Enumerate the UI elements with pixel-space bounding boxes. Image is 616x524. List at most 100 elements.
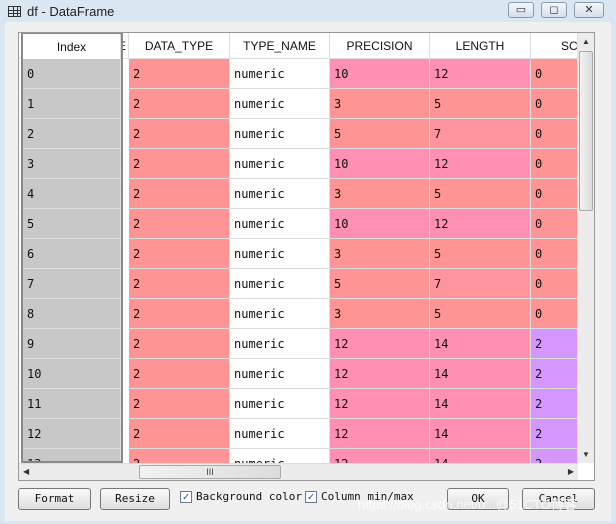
table-cell[interactable]: 14 [430, 419, 531, 449]
index-cell[interactable]: 7 [23, 269, 121, 299]
table-cell[interactable]: 5 [430, 299, 531, 329]
table-cell[interactable]: 2 [129, 329, 230, 359]
table-cell[interactable]: numeric [230, 329, 330, 359]
checkmark-icon[interactable]: ✓ [305, 490, 317, 503]
table-cell[interactable]: numeric [230, 59, 330, 89]
index-header[interactable]: Index [23, 34, 121, 60]
scroll-up-icon[interactable]: ▲ [582, 37, 590, 46]
close-button[interactable]: ✕ [574, 2, 604, 18]
table-cell[interactable]: 3 [330, 299, 430, 329]
index-cell[interactable]: 5 [23, 209, 121, 239]
table-cell[interactable]: 2 [129, 299, 230, 329]
table-cell[interactable]: numeric [230, 209, 330, 239]
table-cell[interactable]: 5 [430, 239, 531, 269]
index-cell[interactable]: 8 [23, 299, 121, 329]
table-cell[interactable]: numeric [230, 419, 330, 449]
table-cell[interactable]: 12 [330, 419, 430, 449]
horizontal-scroll-thumb[interactable]: III [139, 465, 281, 479]
dataframe-table[interactable]: EDATA_TYPETYPE_NAMEPRECISIONLENGTHSC2num… [18, 32, 595, 481]
table-cell[interactable]: numeric [230, 179, 330, 209]
vertical-scrollbar[interactable]: ▲ ▼ [577, 33, 594, 463]
column-header-length[interactable]: LENGTH [430, 33, 531, 59]
index-cell[interactable]: 12 [23, 419, 121, 449]
table-cell[interactable]: numeric [230, 359, 330, 389]
table-cell[interactable]: 5 [430, 179, 531, 209]
index-cell[interactable]: 9 [23, 329, 121, 359]
table-cell[interactable]: 2 [531, 419, 578, 449]
resize-button[interactable]: Resize [100, 488, 170, 510]
table-cell[interactable]: 2 [129, 359, 230, 389]
table-cell[interactable]: numeric [230, 269, 330, 299]
table-cell[interactable]: 0 [531, 239, 578, 269]
vertical-scroll-thumb[interactable] [579, 51, 593, 211]
minimize-button[interactable]: ▭ [508, 2, 534, 18]
table-cell[interactable]: 0 [531, 59, 578, 89]
table-cell[interactable]: 12 [330, 359, 430, 389]
table-cell[interactable]: 3 [330, 89, 430, 119]
index-cell[interactable]: 2 [23, 119, 121, 149]
table-cell[interactable]: 2 [129, 149, 230, 179]
table-cell[interactable]: 0 [531, 299, 578, 329]
index-cell[interactable]: 3 [23, 149, 121, 179]
table-cell[interactable]: 12 [430, 149, 531, 179]
index-cell[interactable]: 11 [23, 389, 121, 419]
table-cell[interactable]: 0 [531, 149, 578, 179]
table-cell[interactable]: 0 [531, 89, 578, 119]
table-cell[interactable]: 2 [129, 119, 230, 149]
index-cell[interactable]: 1 [23, 89, 121, 119]
table-cell[interactable]: 12 [330, 329, 430, 359]
column-header-data-type[interactable]: DATA_TYPE [129, 33, 230, 59]
table-cell[interactable]: numeric [230, 389, 330, 419]
table-cell[interactable]: 0 [531, 269, 578, 299]
table-cell[interactable]: 2 [531, 359, 578, 389]
table-cell[interactable]: 12 [430, 209, 531, 239]
table-cell[interactable]: 14 [430, 329, 531, 359]
table-cell[interactable]: 7 [430, 119, 531, 149]
index-cell[interactable]: 0 [23, 59, 121, 89]
table-cell[interactable]: 10 [330, 209, 430, 239]
table-cell[interactable]: numeric [230, 299, 330, 329]
table-cell[interactable]: numeric [230, 149, 330, 179]
horizontal-scrollbar[interactable]: ◀ III ▶ [19, 463, 578, 480]
column-header-sc[interactable]: SC [531, 33, 578, 59]
index-cell[interactable]: 4 [23, 179, 121, 209]
table-cell[interactable]: 2 [129, 179, 230, 209]
table-cell[interactable]: 0 [531, 119, 578, 149]
table-cell[interactable]: numeric [230, 89, 330, 119]
table-cell[interactable]: 3 [330, 239, 430, 269]
table-cell[interactable]: 14 [430, 389, 531, 419]
table-cell[interactable]: 2 [129, 239, 230, 269]
scroll-left-icon[interactable]: ◀ [23, 467, 29, 476]
table-cell[interactable]: 2 [129, 209, 230, 239]
table-cell[interactable]: 2 [531, 329, 578, 359]
scroll-down-icon[interactable]: ▼ [582, 450, 590, 459]
index-cell[interactable]: 6 [23, 239, 121, 269]
table-cell[interactable]: 14 [430, 359, 531, 389]
table-cell[interactable]: 2 [129, 419, 230, 449]
table-cell[interactable]: 2 [129, 89, 230, 119]
background-color-checkbox[interactable]: ✓ Background color [180, 490, 302, 503]
index-cell[interactable]: 10 [23, 359, 121, 389]
format-button[interactable]: Format [18, 488, 91, 510]
table-cell[interactable]: 2 [129, 59, 230, 89]
table-cell[interactable]: 10 [330, 149, 430, 179]
table-cell[interactable]: 7 [430, 269, 531, 299]
table-cell[interactable]: 5 [330, 269, 430, 299]
table-cell[interactable]: 2 [129, 389, 230, 419]
scroll-right-icon[interactable]: ▶ [568, 467, 574, 476]
table-cell[interactable]: 3 [330, 179, 430, 209]
table-cell[interactable]: 2 [531, 389, 578, 419]
table-cell[interactable]: 5 [430, 89, 531, 119]
table-cell[interactable]: numeric [230, 119, 330, 149]
table-cell[interactable]: 12 [330, 389, 430, 419]
index-cell[interactable]: 13 [23, 449, 121, 461]
table-cell[interactable]: 5 [330, 119, 430, 149]
table-cell[interactable]: 2 [129, 269, 230, 299]
table-cell[interactable]: 12 [430, 59, 531, 89]
table-cell[interactable]: 0 [531, 209, 578, 239]
checkmark-icon[interactable]: ✓ [180, 490, 192, 503]
maximize-button[interactable]: ◻ [541, 2, 567, 18]
column-header-type-name[interactable]: TYPE_NAME [230, 33, 330, 59]
table-cell[interactable]: 10 [330, 59, 430, 89]
column-header-precision[interactable]: PRECISION [330, 33, 430, 59]
